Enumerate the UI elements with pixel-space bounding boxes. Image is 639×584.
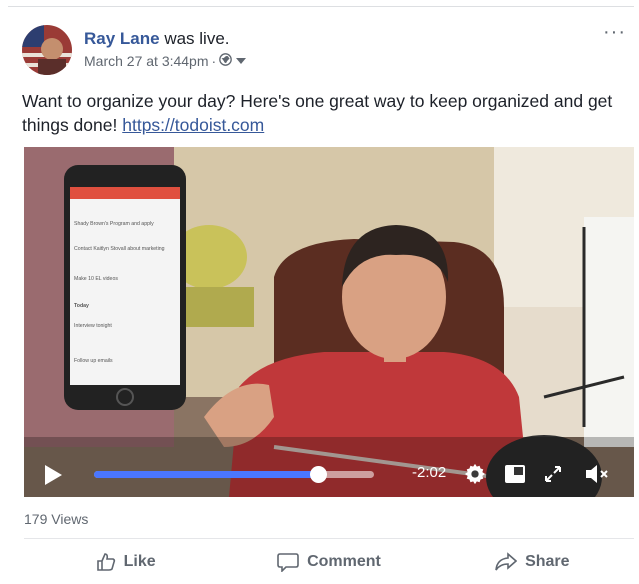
post-timestamp[interactable]: March 27 at 3:44pm [84, 53, 209, 69]
like-label: Like [123, 553, 156, 570]
play-button[interactable] [42, 463, 64, 487]
meta-separator: · [211, 53, 217, 69]
comment-button[interactable]: Comment [227, 545, 430, 579]
avatar[interactable] [22, 25, 72, 75]
comment-icon [277, 553, 299, 572]
view-count[interactable]: 179 Views [24, 511, 88, 527]
thumbs-up-icon [96, 553, 115, 571]
share-icon [495, 552, 518, 571]
time-remaining: -2:02 [412, 464, 447, 481]
fullscreen-icon[interactable] [542, 463, 564, 485]
video-player[interactable]: Shady Brown's Program and apply Contact … [24, 147, 634, 497]
globe-icon[interactable] [219, 53, 233, 69]
video-frame: Shady Brown's Program and apply Contact … [24, 147, 634, 497]
phone-task: Follow up emails [74, 358, 113, 364]
author-line: Ray Lane was live. [84, 29, 230, 49]
phone-task: Interview tonight [74, 323, 112, 329]
progress-bar[interactable] [94, 466, 374, 483]
share-label: Share [525, 553, 570, 570]
share-button[interactable]: Share [431, 545, 634, 579]
more-options-button[interactable]: ··· [603, 22, 626, 42]
volume-muted-icon[interactable] [584, 463, 612, 485]
progress-knob[interactable] [310, 466, 327, 483]
action-bar: Like Comment Share [24, 545, 634, 579]
chevron-down-icon[interactable] [235, 53, 247, 69]
post-body: Want to organize your day? Here's one gr… [22, 89, 622, 137]
post-card: Ray Lane was live. March 27 at 3:44pm · … [8, 6, 634, 584]
video-controls: -2:02 [24, 451, 634, 497]
post-header: Ray Lane was live. March 27 at 3:44pm · … [22, 22, 625, 77]
phone-task: Shady Brown's Program and apply [74, 221, 154, 227]
phone-task: Contact Kaitlyn Stovall about marketing [74, 246, 165, 252]
post-meta: March 27 at 3:44pm · [84, 53, 247, 69]
progress-fill [94, 471, 318, 478]
gear-icon[interactable] [464, 463, 486, 485]
post-link[interactable]: https://todoist.com [122, 115, 264, 135]
comment-label: Comment [307, 553, 381, 570]
live-status: was live. [164, 29, 230, 48]
author-name[interactable]: Ray Lane [84, 29, 160, 48]
divider [24, 538, 634, 539]
pip-icon[interactable] [504, 463, 526, 485]
phone-task: Today [74, 303, 89, 309]
phone-task: Make 10 EL videos [74, 276, 118, 282]
like-button[interactable]: Like [24, 545, 227, 579]
post-text: Want to organize your day? Here's one gr… [22, 91, 613, 135]
